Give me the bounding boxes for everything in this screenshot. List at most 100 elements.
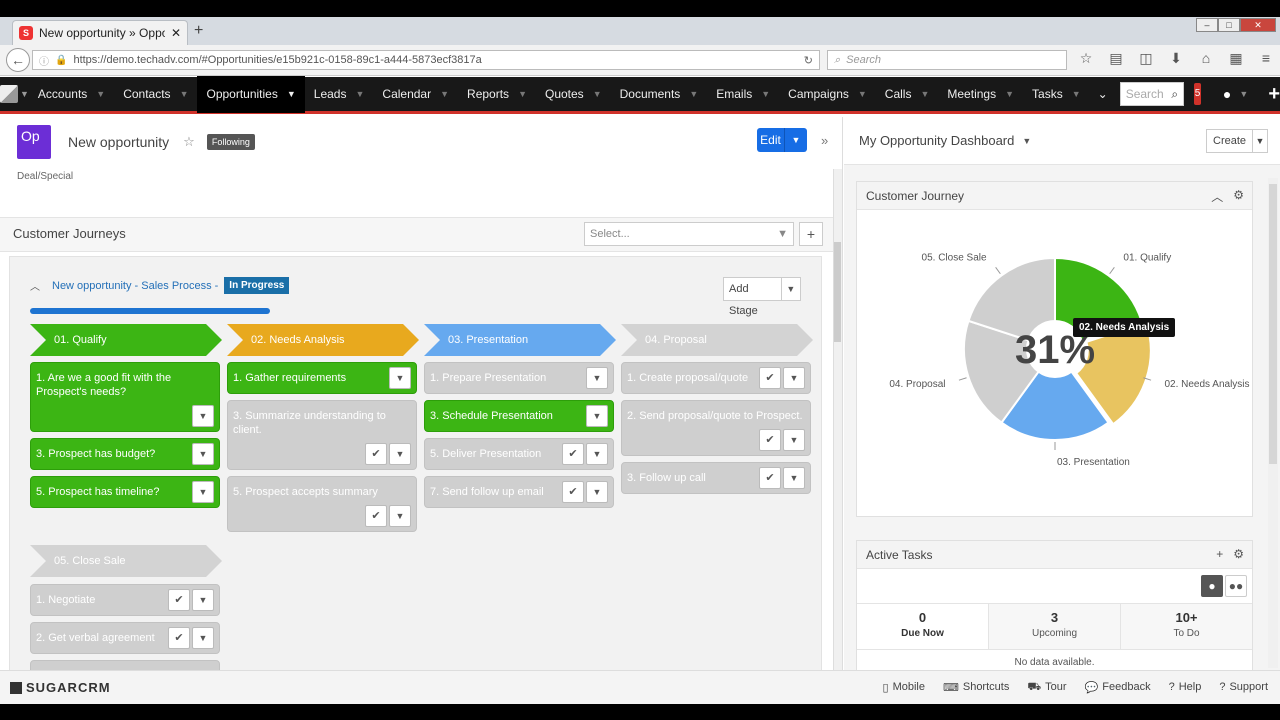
minimize-icon[interactable]: – xyxy=(1196,18,1218,32)
nav-item-documents[interactable]: Documents ▼ xyxy=(611,76,708,113)
sugarcrm-logo[interactable]: SUGARCRM xyxy=(10,680,111,695)
bookmark-star-icon[interactable]: ☆ xyxy=(1076,50,1096,67)
chevron-down-icon[interactable]: ▼ xyxy=(761,89,770,99)
chevron-up-icon[interactable]: ︿ xyxy=(1211,188,1223,205)
menu-icon[interactable]: ≡ xyxy=(1256,50,1276,67)
chevron-down-icon[interactable]: ▼ xyxy=(1253,136,1267,146)
nav-item-emails[interactable]: Emails ▼ xyxy=(707,76,779,113)
my-tasks-icon[interactable]: ● xyxy=(1201,575,1223,597)
activity-card[interactable]: 3. Schedule Presentation ▼ xyxy=(424,400,614,432)
download-icon[interactable]: ⬇ xyxy=(1166,50,1186,67)
nav-item-calendar[interactable]: Calendar ▼ xyxy=(373,76,458,113)
gear-icon[interactable]: ⚙ xyxy=(1233,188,1244,205)
activity-card[interactable]: 5. Deliver Presentation ✔ ▼ xyxy=(424,438,614,470)
check-icon[interactable]: ✔ xyxy=(562,443,584,465)
chevron-down-icon[interactable]: ▼ xyxy=(593,89,602,99)
add-journey-button[interactable]: + xyxy=(799,222,823,246)
dashboard-title[interactable]: My Opportunity Dashboard ▼ xyxy=(859,133,1031,148)
reading-list-icon[interactable]: ▤ xyxy=(1106,50,1126,67)
activity-card[interactable]: 1. Prepare Presentation ▼ xyxy=(424,362,614,394)
activity-card[interactable]: 2. Get verbal agreement ✔ ▼ xyxy=(30,622,220,654)
check-icon[interactable]: ✔ xyxy=(365,505,387,527)
chevron-up-icon[interactable]: ︿ xyxy=(30,278,40,293)
nav-item-meetings[interactable]: Meetings ▼ xyxy=(938,76,1023,113)
nav-item-accounts[interactable]: Accounts ▼ xyxy=(29,76,114,113)
gear-icon[interactable]: ⚙ xyxy=(1233,547,1244,561)
notifications-badge[interactable]: 5 xyxy=(1194,83,1201,105)
footer-shortcuts[interactable]: ⌨ Shortcuts xyxy=(943,681,1009,695)
quick-create-icon[interactable]: + xyxy=(1268,83,1280,106)
chevron-down-icon[interactable]: ▼ xyxy=(783,367,805,389)
right-scrollbar-thumb[interactable] xyxy=(1269,184,1277,464)
activity-card[interactable]: 1. Negotiate ✔ ▼ xyxy=(30,584,220,616)
toggle-sidebar-icon[interactable]: » xyxy=(821,133,828,148)
check-icon[interactable]: ✔ xyxy=(759,367,781,389)
journey-select[interactable]: Select... ▼ xyxy=(584,222,794,246)
chevron-down-icon[interactable]: ▼ xyxy=(355,89,364,99)
tab-to-do[interactable]: 10+ To Do xyxy=(1121,604,1252,649)
chevron-down-icon[interactable]: ▼ xyxy=(389,505,411,527)
check-icon[interactable]: ✔ xyxy=(759,467,781,489)
chevron-down-icon[interactable]: ▼ xyxy=(96,89,105,99)
user-icon[interactable]: ● xyxy=(1223,86,1231,102)
activity-card[interactable]: 1. Create proposal/quote ✔ ▼ xyxy=(621,362,811,394)
browser-search-input[interactable]: ⌕ Search xyxy=(827,50,1067,70)
footer-support[interactable]: ? Support xyxy=(1219,681,1268,695)
chevron-down-icon[interactable]: ▼ xyxy=(1005,89,1014,99)
chevron-down-icon[interactable]: ▼ xyxy=(192,443,214,465)
chevron-down-icon[interactable]: ▼ xyxy=(586,443,608,465)
check-icon[interactable]: ✔ xyxy=(168,589,190,611)
chevron-down-icon[interactable]: ▼ xyxy=(586,367,608,389)
chevron-down-icon[interactable]: ▼ xyxy=(586,481,608,503)
chevron-down-icon[interactable]: ▼ xyxy=(389,367,411,389)
stage-proposal[interactable]: 04. Proposal xyxy=(621,324,813,356)
chevron-down-icon[interactable]: ▼ xyxy=(192,481,214,503)
chevron-down-icon[interactable]: ▼ xyxy=(180,89,189,99)
footer-tour[interactable]: ⛟ Tour xyxy=(1027,681,1066,695)
chevron-down-icon[interactable]: ▼ xyxy=(192,627,214,649)
stage-qualify[interactable]: 01. Qualify xyxy=(30,324,222,356)
chevron-down-icon[interactable]: ▼ xyxy=(783,467,805,489)
following-badge[interactable]: Following xyxy=(206,134,255,150)
chevron-down-icon[interactable]: ▼ xyxy=(858,89,867,99)
chevron-down-icon[interactable]: ▼ xyxy=(440,89,449,99)
chevron-down-icon[interactable]: ▼ xyxy=(192,589,214,611)
info-icon[interactable]: ⓘ xyxy=(39,53,49,68)
stage-presentation[interactable]: 03. Presentation xyxy=(424,324,616,356)
chevron-down-icon[interactable]: ▼ xyxy=(287,89,296,99)
nav-item-calls[interactable]: Calls ▼ xyxy=(876,76,939,113)
check-icon[interactable]: ✔ xyxy=(365,443,387,465)
edit-button[interactable]: Edit ▼ xyxy=(757,128,807,152)
stage-needs-analysis[interactable]: 02. Needs Analysis xyxy=(227,324,419,356)
nav-item-quotes[interactable]: Quotes ▼ xyxy=(536,76,611,113)
chevron-down-icon[interactable]: ▼ xyxy=(689,89,698,99)
chevron-down-icon[interactable]: ▼ xyxy=(1072,89,1081,99)
activity-card[interactable]: 3. Summarize understanding to client. ✔ … xyxy=(227,400,417,470)
tab-upcoming[interactable]: 3 Upcoming xyxy=(989,604,1121,649)
browser-tab[interactable]: S New opportunity » Opport... ✕ xyxy=(12,20,188,45)
footer-feedback[interactable]: 💬 Feedback xyxy=(1085,681,1151,695)
footer-mobile[interactable]: ▯ Mobile xyxy=(883,681,925,695)
chevron-down-icon[interactable]: ▼ xyxy=(785,135,807,145)
activity-card[interactable]: 3. Follow up call ✔ ▼ xyxy=(621,462,811,494)
activity-card[interactable]: 5. Prospect has timeline? ▼ xyxy=(30,476,220,508)
activity-card[interactable]: 7. Send follow up email ✔ ▼ xyxy=(424,476,614,508)
close-tab-icon[interactable]: ✕ xyxy=(171,26,181,40)
left-scrollbar-thumb[interactable] xyxy=(834,242,841,342)
pocket-icon[interactable]: ◫ xyxy=(1136,50,1156,67)
nav-item-leads[interactable]: Leads ▼ xyxy=(305,76,374,113)
create-dashboard-button[interactable]: Create ▼ xyxy=(1206,129,1268,153)
team-tasks-icon[interactable]: ●● xyxy=(1225,575,1247,597)
extension-icon[interactable]: ▦ xyxy=(1226,50,1246,67)
chevron-down-icon[interactable]: ▼ xyxy=(586,405,608,427)
activity-card[interactable]: 1. Gather requirements ▼ xyxy=(227,362,417,394)
url-bar[interactable]: ⓘ 🔒 https://demo.techadv.com/#Opportunit… xyxy=(32,50,820,70)
tab-due-now[interactable]: 0 Due Now xyxy=(857,604,989,649)
nav-item-tasks[interactable]: Tasks ▼ xyxy=(1023,76,1090,113)
check-icon[interactable]: ✔ xyxy=(759,429,781,451)
chevron-down-icon[interactable]: ▼ xyxy=(783,429,805,451)
chevron-down-icon[interactable]: ▼ xyxy=(1239,89,1248,99)
search-icon[interactable]: ⌕ xyxy=(1171,87,1178,102)
activity-card[interactable] xyxy=(30,660,220,670)
close-window-icon[interactable]: ✕ xyxy=(1240,18,1276,32)
